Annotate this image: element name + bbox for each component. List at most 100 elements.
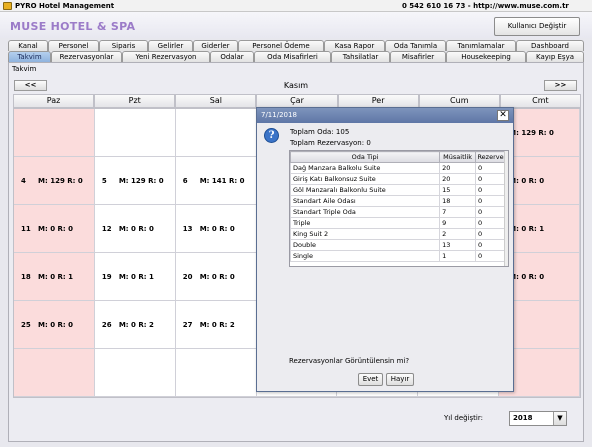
table-row[interactable]: Göl Manzaralı Balkonlu Suite 15 0 <box>290 184 506 196</box>
table-cell: 0 <box>475 184 506 196</box>
table-row[interactable]: Giriş Katı Balkonsuz Suite 20 0 <box>290 173 506 185</box>
table-cell: 9 <box>439 217 477 229</box>
table-cell: 13 <box>439 239 477 251</box>
day-number: 25 <box>21 321 31 329</box>
calendar-day-cell[interactable] <box>94 349 176 397</box>
day-stats: M: 0 R: 0 <box>509 273 545 281</box>
tab-dashboard[interactable]: Dashboard <box>516 40 584 51</box>
day-number: 20 <box>182 273 193 281</box>
calendar-day-cell[interactable]: 18 M: 0 R: 1 <box>14 253 95 301</box>
tab-personel-odeme[interactable]: Personel Ödeme <box>238 40 324 51</box>
day-stats: M: 141 R: 0 <box>199 177 245 185</box>
total-rooms: Toplam Oda: 105 <box>290 128 350 136</box>
column-header[interactable]: Rezerve <box>475 151 506 163</box>
table-row[interactable]: Standart Triple Oda 7 0 <box>290 206 506 218</box>
column-header[interactable]: Müsaitlik <box>439 151 477 163</box>
tab-kasa-rapor[interactable]: Kasa Rapor <box>324 40 385 51</box>
tab-odalar[interactable]: Odalar <box>210 51 254 62</box>
main-tabs-top: Kanal Personel Siparis Gelirler Giderler… <box>8 40 584 51</box>
confirm-question: Rezervasyonlar Görüntülensin mi? <box>289 357 410 365</box>
tab-tahsilatlar[interactable]: Tahsilatlar <box>331 51 390 62</box>
table-cell: 0 <box>475 173 506 185</box>
weekday-label: Paz <box>13 94 95 108</box>
tab-gelirler[interactable]: Gelirler <box>148 40 193 51</box>
close-icon[interactable]: ✕ <box>497 110 509 121</box>
table-cell: 0 <box>475 239 506 251</box>
calendar-day-cell[interactable]: 5 M: 129 R: 0 <box>94 157 176 205</box>
panel-label: Takvim <box>12 65 37 73</box>
main-tabs-bottom: Takvim Rezervasyonlar Yeni Rezervasyon O… <box>8 51 584 62</box>
calendar-day-cell[interactable] <box>175 349 257 397</box>
tab-oda-misafirleri[interactable]: Oda Misafirleri <box>254 51 331 62</box>
table-cell: King Suit 2 <box>290 228 441 240</box>
day-stats: M: 0 R: 1 <box>509 225 545 233</box>
change-user-button[interactable]: Kullanıcı Değiştir <box>494 17 580 36</box>
calendar-day-cell[interactable]: 19 M: 0 R: 1 <box>94 253 176 301</box>
calendar-day-cell[interactable] <box>14 349 95 397</box>
day-stats: M: 0 R: 0 <box>38 225 74 233</box>
calendar-day-cell[interactable]: 6 M: 141 R: 0 <box>175 157 257 205</box>
calendar-day-cell[interactable] <box>14 109 95 157</box>
table-row[interactable]: Dağ Manzara Balkolu Suite 20 0 <box>290 162 506 174</box>
calendar-day-cell[interactable]: 26 M: 0 R: 2 <box>94 301 176 349</box>
day-stats: M: 0 R: 1 <box>118 273 154 281</box>
tab-takvim[interactable]: Takvim <box>8 51 51 62</box>
day-stats: M: 0 R: 0 <box>199 225 235 233</box>
day-stats: M: 0 R: 0 <box>509 177 545 185</box>
app-title: PYRO Hotel Management <box>15 2 115 10</box>
table-cell: 0 <box>475 162 506 174</box>
day-number: 18 <box>21 273 31 281</box>
tab-siparis[interactable]: Siparis <box>99 40 148 51</box>
calendar-day-cell[interactable]: 11 M: 0 R: 0 <box>14 205 95 253</box>
table-row[interactable]: King Suit 220 <box>290 228 506 240</box>
calendar-day-cell[interactable]: 20 M: 0 R: 0 <box>175 253 257 301</box>
table-row[interactable]: Single 1 0 <box>290 250 506 262</box>
calendar-day-cell[interactable]: 27 M: 0 R: 2 <box>175 301 257 349</box>
table-cell: 18 <box>439 195 477 207</box>
tab-oda-tanimla[interactable]: Oda Tanımla <box>385 40 446 51</box>
table-cell: Dağ Manzara Balkolu Suite <box>290 162 441 174</box>
calendar-day-cell[interactable]: 25 M: 0 R: 0 <box>14 301 95 349</box>
weekday-header: Paz Pzt Sal Çar Per Cum Cmt <box>13 94 581 108</box>
day-stats: M: 0 R: 0 <box>118 225 154 233</box>
tab-giderler[interactable]: Giderler <box>193 40 238 51</box>
day-number: 5 <box>101 177 107 185</box>
year-select[interactable]: 2018 ▼ <box>509 411 567 426</box>
prev-month-button[interactable]: << <box>14 80 47 91</box>
tab-tanimlamalar[interactable]: Tanımlamalar <box>446 40 516 51</box>
table-scrollbar[interactable] <box>504 151 508 266</box>
day-stats: M: 0 R: 2 <box>118 321 154 329</box>
month-label: Kasım <box>283 81 309 90</box>
next-month-button[interactable]: >> <box>544 80 577 91</box>
tab-personel[interactable]: Personel <box>48 40 99 51</box>
no-button[interactable]: Hayır <box>386 373 414 386</box>
column-header[interactable]: Oda Tipi <box>290 151 441 163</box>
tab-yeni-rezervasyon[interactable]: Yeni Rezervasyon <box>122 51 210 62</box>
table-row[interactable]: Triple 9 0 <box>290 217 506 229</box>
day-number: 11 <box>21 225 31 233</box>
day-number: 6 <box>182 177 188 185</box>
table-cell: Triple <box>290 217 441 229</box>
tab-kanal[interactable]: Kanal <box>8 40 48 51</box>
year-value: 2018 <box>513 414 533 422</box>
day-number: 13 <box>182 225 193 233</box>
calendar-day-cell[interactable]: 4 M: 129 R: 0 <box>14 157 95 205</box>
table-row[interactable]: Standart Aile Odası 18 0 <box>290 195 506 207</box>
tab-misafirler[interactable]: Misafirler <box>390 51 446 62</box>
day-stats: M: 0 R: 0 <box>38 321 74 329</box>
tab-housekeeping[interactable]: Housekeeping <box>446 51 526 62</box>
yes-button[interactable]: Evet <box>358 373 383 386</box>
table-row[interactable]: Double 13 0 <box>290 239 506 251</box>
tab-rezervasyonlar[interactable]: Rezervasyonlar <box>51 51 122 62</box>
day-stats: M: 0 R: 0 <box>199 273 235 281</box>
table-cell: 1 <box>439 250 477 262</box>
tab-kayip-esya[interactable]: Kayıp Eşya <box>526 51 584 62</box>
calendar-day-cell[interactable] <box>175 109 257 157</box>
calendar-day-cell[interactable] <box>94 109 176 157</box>
table-cell: 7 <box>439 206 477 218</box>
calendar-day-cell[interactable]: 12 M: 0 R: 0 <box>94 205 176 253</box>
weekday-label: Çar <box>256 94 338 108</box>
calendar-day-cell[interactable]: 13 M: 0 R: 0 <box>175 205 257 253</box>
chevron-down-icon[interactable]: ▼ <box>553 412 566 425</box>
day-stats: M: 129 R: 0 <box>118 177 164 185</box>
